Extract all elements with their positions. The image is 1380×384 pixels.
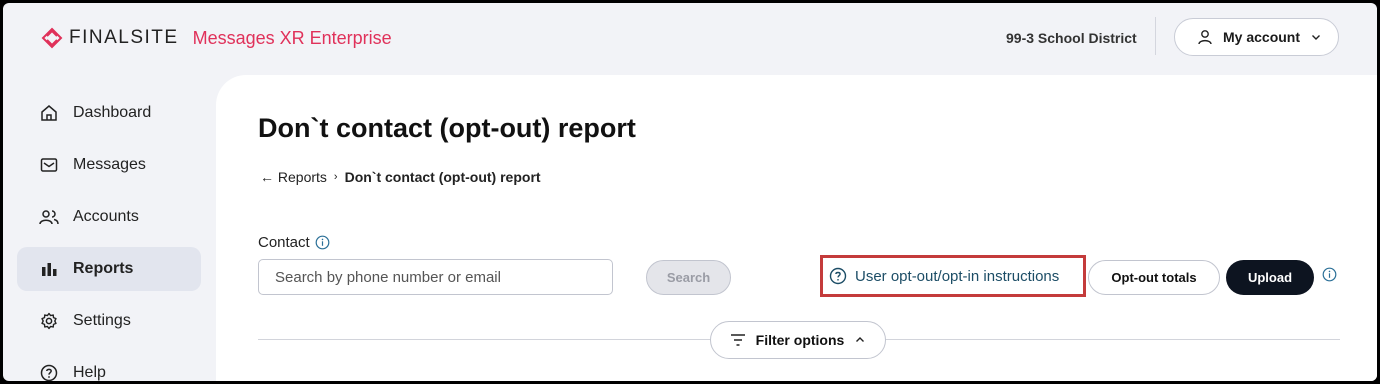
opt-out-instructions-link[interactable]: User opt-out/opt-in instructions [820, 255, 1086, 297]
breadcrumb-current: Don`t contact (opt-out) report [344, 169, 541, 185]
district-name: 99-3 School District [1006, 30, 1137, 46]
contact-label-text: Contact [258, 234, 310, 251]
gear-icon [39, 312, 59, 330]
sidebar-item-label: Messages [73, 156, 146, 173]
contact-label: Contact [258, 234, 330, 251]
breadcrumb-reports-label: Reports [277, 169, 327, 185]
filter-icon [730, 333, 746, 347]
product-name: Messages XR Enterprise [192, 27, 392, 48]
finalsite-logo-icon [41, 27, 63, 49]
instructions-link-label: User opt-out/opt-in instructions [855, 267, 1060, 285]
sidebar-item-label: Help [73, 364, 106, 381]
filter-options-label: Filter options [755, 332, 845, 348]
opt-out-totals-button[interactable]: Opt-out totals [1088, 260, 1220, 295]
help-icon [39, 364, 59, 381]
sidebar-item-messages[interactable]: Messages [17, 143, 201, 187]
question-circle-icon [829, 267, 847, 285]
sidebar-item-settings[interactable]: Settings [17, 299, 201, 343]
sidebar-nav: Dashboard Messages Accounts Reports Sett… [17, 91, 201, 381]
search-button[interactable]: Search [646, 260, 731, 295]
header-divider [1155, 17, 1156, 55]
finalsite-logo[interactable]: FINALSITE Messages XR Enterprise [41, 27, 392, 49]
info-icon[interactable] [315, 235, 330, 250]
main-content: Don`t contact (opt-out) report ← Reports… [216, 75, 1377, 381]
envelope-icon [39, 157, 59, 173]
breadcrumb-back-link[interactable]: ← Reports [260, 169, 327, 185]
home-icon [39, 104, 59, 122]
my-account-button[interactable]: My account [1174, 18, 1339, 56]
upload-info-icon[interactable] [1322, 267, 1337, 282]
my-account-label: My account [1223, 29, 1301, 45]
sidebar-item-accounts[interactable]: Accounts [17, 195, 201, 239]
chevron-up-icon [854, 334, 866, 346]
top-bar: FINALSITE Messages XR Enterprise 99-3 Sc… [3, 3, 1377, 73]
chevron-down-icon [1310, 31, 1322, 43]
breadcrumb: ← Reports › Don`t contact (opt-out) repo… [260, 169, 541, 185]
breadcrumb-separator-icon: › [333, 171, 338, 183]
user-icon [1197, 29, 1213, 45]
sidebar-item-help[interactable]: Help [17, 351, 201, 381]
sidebar-item-label: Settings [73, 312, 131, 329]
bar-chart-icon [39, 261, 59, 277]
upload-button[interactable]: Upload [1226, 260, 1314, 295]
users-icon [39, 209, 59, 225]
sidebar-item-reports[interactable]: Reports [17, 247, 201, 291]
sidebar-item-label: Reports [73, 260, 134, 277]
search-input[interactable] [258, 259, 613, 295]
sidebar-item-label: Accounts [73, 208, 139, 225]
app-window: FINALSITE Messages XR Enterprise 99-3 Sc… [3, 3, 1377, 381]
filter-options-button[interactable]: Filter options [710, 321, 886, 359]
logo-text: FINALSITE [69, 27, 179, 48]
page-title: Don`t contact (opt-out) report [258, 113, 636, 143]
arrow-left-icon: ← [260, 169, 278, 185]
sidebar-item-label: Dashboard [73, 104, 152, 121]
sidebar-item-dashboard[interactable]: Dashboard [17, 91, 201, 135]
